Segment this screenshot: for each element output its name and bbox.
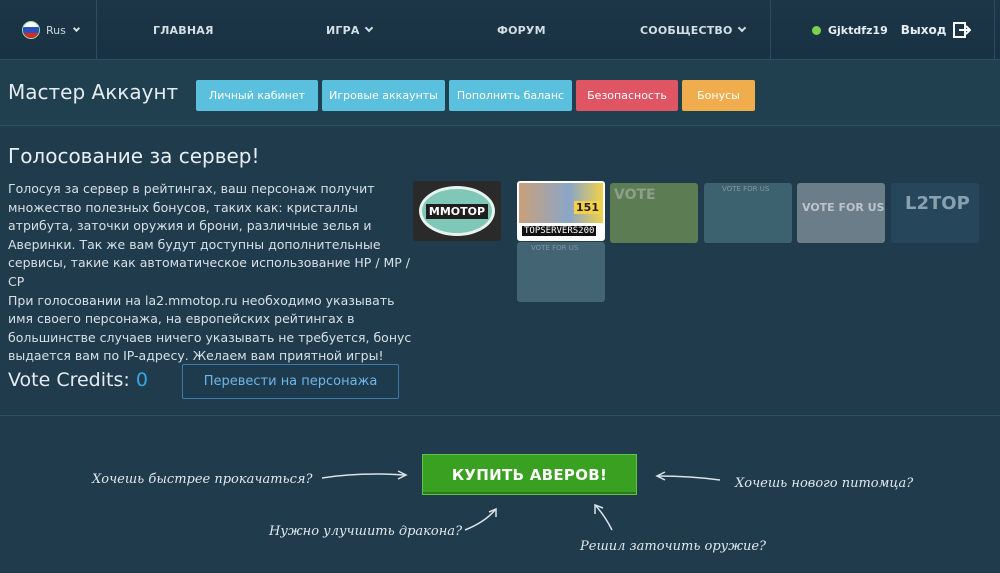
nav-community-label: СООБЩЕСТВО: [640, 23, 733, 37]
nav-home-label: ГЛАВНАЯ: [153, 23, 214, 37]
l2hopzone-text: VOTE: [614, 187, 656, 203]
buy-avers-button[interactable]: КУПИТЬ АВЕРОВ!: [422, 454, 637, 495]
page-title: Мастер Аккаунт: [8, 80, 179, 104]
chevron-down-icon: [737, 23, 746, 33]
language-selector[interactable]: Rus: [0, 0, 95, 60]
vote-credits-label: Vote Credits:: [8, 369, 130, 391]
tab-game-accounts[interactable]: Игровые аккаунты: [322, 80, 445, 111]
hint-enchant-weapon: Решил заточить оружие?: [580, 539, 767, 554]
language-label: Rus: [46, 23, 66, 37]
topservers200-banner[interactable]: 151 TOPSERVERS200: [517, 181, 605, 241]
username[interactable]: Gjktdfz19: [828, 24, 888, 37]
nav-forum-label: ФОРУМ: [497, 23, 546, 37]
tab-top-up-balance[interactable]: Пополнить баланс: [449, 80, 572, 111]
tab-bonuses[interactable]: Бонусы: [682, 80, 755, 111]
l2top-banner[interactable]: L2TOP: [891, 183, 979, 243]
vote-for-us-banner[interactable]: VOTE FOR US: [704, 183, 792, 243]
user-panel: Gjktdfz19 Выход: [812, 0, 972, 60]
nav-game-label: ИГРА: [326, 23, 360, 37]
hint-level-up: Хочешь быстрее прокачаться?: [92, 472, 313, 487]
logout-icon: [953, 22, 972, 38]
top-navigation: Rus ГЛАВНАЯ ИГРА ФОРУМ СООБЩЕСТВО Gjktdf…: [0, 0, 1000, 60]
online-status-icon: [812, 25, 821, 35]
vote-for-us-text: VOTE FOR US: [722, 185, 770, 193]
mmotop-banner[interactable]: MMOTOP: [413, 181, 501, 241]
section-divider: [0, 415, 1000, 416]
russia-flag-icon: [22, 21, 40, 39]
nav-item-home[interactable]: ГЛАВНАЯ: [153, 0, 214, 60]
l2topzone-banner[interactable]: VOTE FOR US: [517, 242, 605, 302]
nav-item-game[interactable]: ИГРА: [326, 0, 373, 60]
l2network-banner[interactable]: VOTE FOR US: [797, 183, 885, 243]
chevron-down-icon: [364, 23, 373, 33]
vote-description-para2: При голосовании на la2.mmotop.ru необход…: [8, 292, 412, 364]
transfer-to-character-button[interactable]: Перевести на персонажа: [182, 364, 399, 399]
tab-personal-cabinet[interactable]: Личный кабинет: [196, 80, 318, 111]
nav-item-community[interactable]: СООБЩЕСТВО: [640, 0, 746, 60]
mmotop-banner-text: MMOTOP: [425, 203, 489, 219]
l2hopzone-banner[interactable]: VOTE: [610, 183, 698, 243]
vote-description: Голосуя за сервер в рейтингах, ваш персо…: [8, 180, 413, 366]
logout-label: Выход: [900, 23, 947, 37]
l2network-text: VOTE FOR US: [802, 201, 885, 214]
vote-description-para1: Голосуя за сервер в рейтингах, ваш персо…: [8, 181, 411, 289]
l2topzone-text: VOTE FOR US: [531, 244, 579, 252]
logout-link[interactable]: Выход: [901, 22, 972, 38]
l2top-text: L2TOP: [905, 193, 970, 214]
vote-credits: Vote Credits: 0: [8, 369, 148, 391]
topservers200-text: TOPSERVERS200: [522, 226, 597, 236]
hint-upgrade-dragon: Нужно улучшить дракона?: [269, 524, 463, 539]
topservers200-badge: 151: [574, 201, 601, 214]
tab-security[interactable]: Безопасность: [576, 80, 678, 111]
nav-item-forum[interactable]: ФОРУМ: [497, 0, 546, 60]
mmotop-logo-icon: MMOTOP: [419, 186, 495, 236]
vote-credits-value: 0: [135, 369, 148, 391]
hint-new-pet: Хочешь нового питомца?: [735, 476, 914, 491]
vote-section-title: Голосование за сервер!: [8, 144, 260, 168]
chevron-down-icon: [72, 24, 80, 32]
